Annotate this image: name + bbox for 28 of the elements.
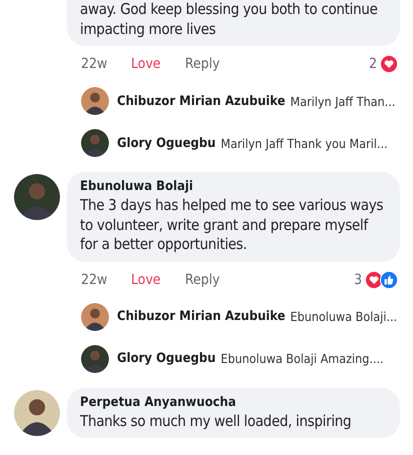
reaction-count: 3: [354, 272, 362, 288]
comment-text: away. God keep blessing you both to continue impacting more lives: [80, 0, 378, 39]
comment-text: The 3 days has helped me to see various ways to volunteer, write grant and prepare myself for a better opportunities.: [80, 196, 384, 254]
author-name[interactable]: Ebunoluwa Bolaji: [80, 178, 387, 196]
avatar-icon[interactable]: [81, 344, 109, 372]
reply-preview[interactable]: Ebunoluwa Bolaji...: [290, 309, 398, 324]
love-link[interactable]: Love: [131, 272, 185, 288]
reply-author[interactable]: Chibuzor Mirian Azubuike: [117, 309, 286, 324]
reply-author[interactable]: Glory Oguegbu: [117, 136, 216, 150]
reply-preview[interactable]: Ebunoluwa Bolaji Amazing....: [220, 351, 384, 366]
reply-author[interactable]: Glory Oguegbu: [117, 351, 216, 366]
avatar-icon[interactable]: [81, 129, 109, 157]
timestamp: 22w: [81, 272, 108, 288]
reply-preview[interactable]: Marilyn Jaff Thank you Maril...: [220, 136, 388, 150]
reply-preview[interactable]: Marilyn Jaff Than...: [290, 94, 396, 108]
avatar-icon[interactable]: [81, 87, 109, 115]
reply-link[interactable]: Reply: [185, 272, 354, 288]
reaction-count: 2: [368, 56, 377, 72]
author-name[interactable]: Perpetua Anyanwuocha: [80, 394, 387, 412]
comment-text: Thanks so much my well loaded, inspiring: [80, 412, 352, 431]
avatar-icon[interactable]: [81, 302, 109, 330]
love-link[interactable]: Love: [131, 56, 185, 72]
avatar-icon[interactable]: [14, 174, 60, 220]
reply-author[interactable]: Chibuzor Mirian Azubuike: [117, 94, 286, 108]
avatar-icon[interactable]: [14, 390, 60, 436]
timestamp: 22w: [81, 56, 108, 72]
thumbs-up-icon: [380, 270, 398, 288]
reply-link[interactable]: Reply: [185, 56, 369, 72]
